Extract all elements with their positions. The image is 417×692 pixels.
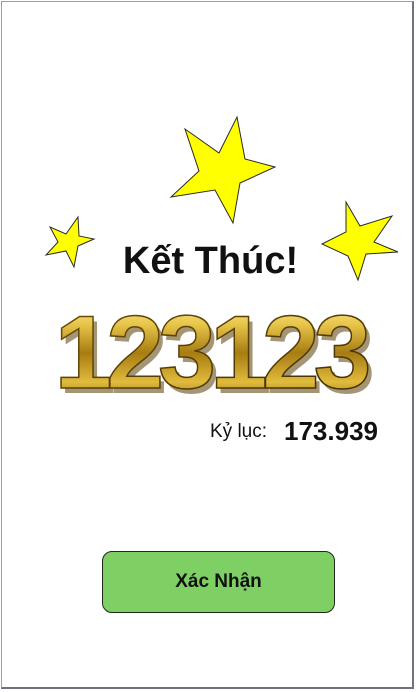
score-display: 123123 123123 [54, 300, 379, 410]
record-label: Kỷ lục: [210, 421, 268, 442]
game-over-screen: Kết Thúc! 123123 123123 Kỷ lục: 173.939 … [1, 1, 414, 689]
game-over-title: Kết Thúc! [122, 240, 299, 282]
star-icon-large [169, 115, 277, 225]
confirm-button[interactable]: Xác Nhận [102, 551, 335, 613]
confirm-button-label: Xác Nhận [175, 571, 262, 592]
score-value: 123123 [54, 300, 368, 410]
record-value: 173.939 [284, 416, 378, 446]
